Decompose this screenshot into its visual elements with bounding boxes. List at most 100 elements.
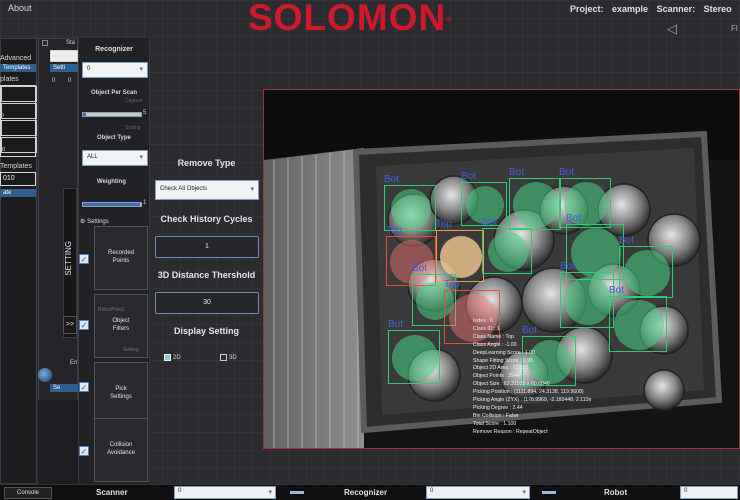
detection-label: Bot [412,263,428,274]
object-filters-checkbox[interactable]: ✓ [79,320,89,330]
settings-item-object-filters[interactable]: RobotPickU Object Filters Setting [94,294,148,358]
weighting-slider[interactable] [82,202,142,207]
setting-tab-label: SETTING [64,241,73,276]
distance-threshold-input[interactable]: 30 [155,292,259,314]
detection-box[interactable]: Bot [482,217,532,274]
detection-mask [391,189,431,229]
settings-item-collision-avoidance[interactable]: Collision Avoidance [94,418,148,482]
robot-select[interactable]: 0 [680,486,738,499]
detection-mask [440,236,482,278]
detection-mask [624,250,670,296]
detection-mask [392,335,438,381]
detection-label: Bot [559,167,575,178]
check-history-title: Check History Cycles [160,214,253,224]
object-info-panel: Index : 0 Class ID : 1 Class Name : Top Cla… [473,318,591,437]
detection-label: Bot [509,167,525,178]
setting-button[interactable]: Setti [50,64,78,72]
detection-label: Bot [566,213,582,224]
se-button[interactable]: Se [50,384,78,392]
chevron-down-icon: ▾ [522,489,526,496]
zero-label: 0 [68,78,72,84]
back-arrow-icon[interactable]: ◁ [667,21,677,37]
detection-mask [614,300,664,350]
detection-label: Top [444,279,461,290]
detection-box[interactable]: Bot [388,319,440,384]
robot-status-icon [542,491,556,494]
object-per-scan-slider[interactable] [82,112,142,117]
detection-label: Bot [609,285,625,296]
template-row[interactable] [1,120,37,136]
scanner-orb-icon [38,368,52,382]
zero-label: 0 [52,78,56,84]
template-char: P [0,114,5,120]
detection-box[interactable]: Bot [619,235,673,298]
sta-label: Sta [66,40,76,46]
object-info-line: Object Points : 2944 [473,373,520,380]
console-button[interactable]: Console [4,487,52,499]
robotpick-ghost-label: RobotPickU [98,307,125,313]
advanced-label: Advanced [0,55,32,62]
object-type-label: Object Type [97,135,131,141]
settings-item-label: Pick Settings [110,386,132,400]
radio-checked-icon [164,354,171,361]
template-list [0,85,37,157]
object-info-line: DeepLearning Score : 1.00 [473,349,536,356]
detection-mask [488,232,528,272]
settings-item-recorded-points[interactable]: Recorded Points [94,226,148,290]
expand-button[interactable]: >> [63,316,77,334]
object-per-scan-label: Object Per Scan [91,90,138,96]
template-row[interactable] [1,137,37,153]
display-3d-option[interactable]: 3D [220,354,237,361]
setting-ghost-label: Setting [125,125,141,131]
about-link[interactable]: About [8,3,32,13]
weighting-label: Weighting [97,179,126,185]
recognizer-label: Recognizer [344,488,388,497]
object-info-line: Total Score : 1.100 [473,420,517,427]
recognizer-status-icon [290,491,304,494]
templates-label-2: Templates [0,163,32,170]
templates-tab[interactable]: Templates [0,64,36,72]
display-2d-option[interactable]: 2D [164,354,181,361]
recorded-points-checkbox[interactable]: ✓ [79,254,89,264]
remove-type-select[interactable]: Check All Objects ▾ [155,180,259,200]
collision-avoidance-checkbox[interactable]: ✓ [79,446,89,456]
distance-threshold-title: 3D Distance Thershold [157,270,256,280]
settings-item-pick-settings[interactable]: Pick Settings [94,362,148,426]
detection-label: Bot [482,217,498,228]
settings-list: Recorded Points ✓ RobotPickU Object Filt… [78,216,150,484]
recognizer-select-bottom[interactable]: 0 ▾ [426,486,530,499]
object-info-line: Shape Fitting Score : 0.95 [473,357,533,364]
remove-panel: Remove Type Check All Objects ▾ Check His… [150,150,263,370]
scanner-select[interactable]: 0 ▾ [174,486,276,499]
project-value: example [612,4,649,14]
update-button[interactable]: ate [0,189,36,197]
detection-mask [571,228,621,278]
object-info-line: Object Size : 62.31535 x 60.6846 [473,381,550,388]
detection-box[interactable]: Bot [509,167,561,230]
pick-settings-checkbox[interactable]: ✓ [79,382,89,392]
scanner-label: Scanner: [656,4,696,14]
template-row[interactable] [1,86,37,102]
detection-label: Bot [388,319,404,330]
robot-label: Robot [604,488,628,497]
weighting-value: 1 [143,200,147,206]
chevron-down-icon: ▾ [139,66,143,73]
detection-label: Bot [461,171,477,182]
remove-type-title: Remove Type [177,158,236,168]
detection-box[interactable]: Bot [609,285,667,352]
radio-unchecked-icon [220,354,227,361]
template-value-field[interactable]: 010 [0,172,36,186]
expand-icon[interactable] [42,40,48,46]
object-info-line: Class Angle : -1.00 [473,341,517,348]
chevron-down-icon: ▾ [139,154,143,161]
template-row[interactable] [1,103,37,119]
recognizer-select[interactable]: 0 ▾ [82,62,148,78]
sta-field[interactable] [50,50,78,62]
check-history-input[interactable]: 1 [155,236,259,258]
object-per-scan-value: 5 [143,110,147,116]
object-info-line: Index : 0 [473,318,493,324]
scanner-label: Scanner [96,488,128,497]
object-type-select[interactable]: ALL ▾ [82,150,148,166]
detection-label: Bot [384,174,400,185]
settings-item-label: Object Filters [112,318,130,332]
